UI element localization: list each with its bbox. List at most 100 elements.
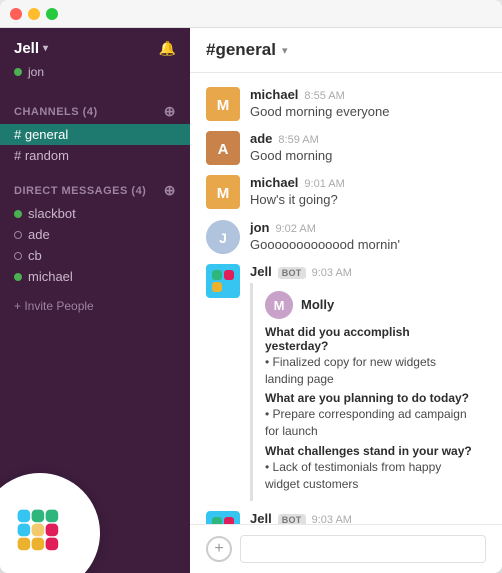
chat-input-area: + xyxy=(190,524,502,573)
avatar-jon: J xyxy=(206,220,240,254)
jell-bot-avatar xyxy=(206,264,240,298)
msg-text: How's it going? xyxy=(250,191,486,209)
msg-time: 9:01 AM xyxy=(304,178,344,190)
bot-badge: BOT xyxy=(278,267,306,279)
standup-avatar-molly: M xyxy=(265,291,293,319)
svg-text:M: M xyxy=(217,185,230,202)
msg-author: michael xyxy=(250,87,298,102)
msg-meta: Jell BOT 9:03 AM xyxy=(250,511,486,524)
message-michael-1: M michael 8:55 AM Good morning everyone xyxy=(190,83,502,125)
ade-status-icon xyxy=(14,231,22,239)
msg-meta: Jell BOT 9:03 AM xyxy=(250,264,486,279)
msg-content-michael-1: michael 8:55 AM Good morning everyone xyxy=(250,87,486,121)
channel-random-label: # random xyxy=(14,148,69,163)
workspace-label: Jell xyxy=(14,40,39,57)
msg-content-standup-molly: Jell BOT 9:03 AM M Molly What did xyxy=(250,264,486,501)
slack-logo xyxy=(0,473,100,573)
chat-header: #general ▾ xyxy=(190,28,502,73)
slackbot-label: slackbot xyxy=(28,206,76,221)
attach-button[interactable]: + xyxy=(206,536,232,562)
msg-content-michael-2: michael 9:01 AM How's it going? xyxy=(250,175,486,209)
channels-section-header: CHANNELS (4) ⊕ xyxy=(0,101,190,122)
standup-q2-molly: What are you planning to do today? xyxy=(265,391,474,405)
standup-a3-molly: • Lack of testimonials from happy widget… xyxy=(265,459,474,493)
minimize-button[interactable] xyxy=(28,8,40,20)
close-button[interactable] xyxy=(10,8,22,20)
channels-label: CHANNELS (4) xyxy=(14,106,98,118)
msg-text: Good morning xyxy=(250,147,486,165)
msg-content-standup-jon: Jell BOT 9:03 AM J Jon What did yo xyxy=(250,511,486,524)
sidebar-item-cb[interactable]: cb xyxy=(0,245,190,266)
message-input[interactable] xyxy=(240,535,486,563)
msg-meta: ade 8:59 AM xyxy=(250,131,486,146)
invite-people-button[interactable]: + Invite People xyxy=(0,291,190,321)
bot-badge: BOT xyxy=(278,514,306,524)
invite-people-label: + Invite People xyxy=(14,299,94,313)
msg-author: ade xyxy=(250,131,272,146)
app-body: Jell ▾ 🔔 jon CHANNELS (4) ⊕ # general # xyxy=(0,28,502,573)
sidebar: Jell ▾ 🔔 jon CHANNELS (4) ⊕ # general # xyxy=(0,28,190,573)
dm-label: DIRECT MESSAGES (4) xyxy=(14,185,146,197)
avatar-michael: M xyxy=(206,87,240,121)
msg-author: Jell xyxy=(250,264,272,279)
michael-label: michael xyxy=(28,269,73,284)
svg-text:J: J xyxy=(219,230,227,246)
msg-author: michael xyxy=(250,175,298,190)
messages-list: M michael 8:55 AM Good morning everyone … xyxy=(190,73,502,524)
svg-text:M: M xyxy=(217,97,230,114)
svg-text:M: M xyxy=(274,298,285,313)
message-jon-1: J jon 9:02 AM Gooooooooooood mornin' xyxy=(190,216,502,258)
sidebar-item-ade[interactable]: ade xyxy=(0,224,190,245)
standup-card-molly: M Molly What did you accomplish yesterda… xyxy=(250,283,486,501)
chat-area: #general ▾ M michael 8:55 AM Good mornin… xyxy=(190,28,502,573)
msg-meta: michael 9:01 AM xyxy=(250,175,486,190)
msg-author: Jell xyxy=(250,511,272,524)
svg-text:A: A xyxy=(218,141,229,158)
msg-meta: michael 8:55 AM xyxy=(250,87,486,102)
slackbot-status-icon xyxy=(14,210,22,218)
msg-content-jon-1: jon 9:02 AM Gooooooooooood mornin' xyxy=(250,220,486,254)
online-dot-icon xyxy=(14,68,22,76)
sidebar-item-michael[interactable]: michael xyxy=(0,266,190,287)
msg-time: 8:59 AM xyxy=(278,134,318,146)
sidebar-item-general[interactable]: # general xyxy=(0,124,190,145)
dm-section: DIRECT MESSAGES (4) ⊕ slackbot ade cb xyxy=(0,170,190,291)
standup-q3-molly: What challenges stand in your way? xyxy=(265,444,474,458)
channels-section: CHANNELS (4) ⊕ # general # random xyxy=(0,91,190,170)
msg-meta: jon 9:02 AM xyxy=(250,220,486,235)
sidebar-item-slackbot[interactable]: slackbot xyxy=(0,203,190,224)
michael-status-icon xyxy=(14,273,22,281)
sidebar-item-random[interactable]: # random xyxy=(0,145,190,166)
msg-author: jon xyxy=(250,220,270,235)
msg-text: Gooooooooooood mornin' xyxy=(250,236,486,254)
notification-bell-icon[interactable]: 🔔 xyxy=(159,40,176,57)
dm-section-header: DIRECT MESSAGES (4) ⊕ xyxy=(0,180,190,201)
dm-add-icon[interactable]: ⊕ xyxy=(164,182,176,199)
jell-bot-avatar-2 xyxy=(206,511,240,524)
workspace-name[interactable]: Jell ▾ xyxy=(14,40,48,57)
avatar-michael-2: M xyxy=(206,175,240,209)
standup-message-jon: Jell BOT 9:03 AM J Jon What did yo xyxy=(190,507,502,524)
msg-text: Good morning everyone xyxy=(250,103,486,121)
standup-q1-molly: What did you accomplish yesterday? xyxy=(265,325,474,353)
app-window: Jell ▾ 🔔 jon CHANNELS (4) ⊕ # general # xyxy=(0,0,502,573)
maximize-button[interactable] xyxy=(46,8,58,20)
msg-time: 9:03 AM xyxy=(312,514,352,524)
traffic-lights xyxy=(10,8,58,20)
ade-label: ade xyxy=(28,227,50,242)
msg-time: 8:55 AM xyxy=(304,90,344,102)
msg-time: 9:02 AM xyxy=(276,223,316,235)
avatar-ade: A xyxy=(206,131,240,165)
standup-a1-molly: • Finalized copy for new widgets landing… xyxy=(265,354,474,388)
channel-general-label: # general xyxy=(14,127,68,142)
channel-chevron-icon[interactable]: ▾ xyxy=(282,44,288,57)
message-michael-2: M michael 9:01 AM How's it going? xyxy=(190,171,502,213)
cb-label: cb xyxy=(28,248,42,263)
channels-add-icon[interactable]: ⊕ xyxy=(164,103,176,120)
current-user-label: jon xyxy=(28,65,44,79)
user-status: jon xyxy=(0,65,190,91)
titlebar xyxy=(0,0,502,28)
cb-status-icon xyxy=(14,252,22,260)
message-ade-1: A ade 8:59 AM Good morning xyxy=(190,127,502,169)
msg-content-ade-1: ade 8:59 AM Good morning xyxy=(250,131,486,165)
